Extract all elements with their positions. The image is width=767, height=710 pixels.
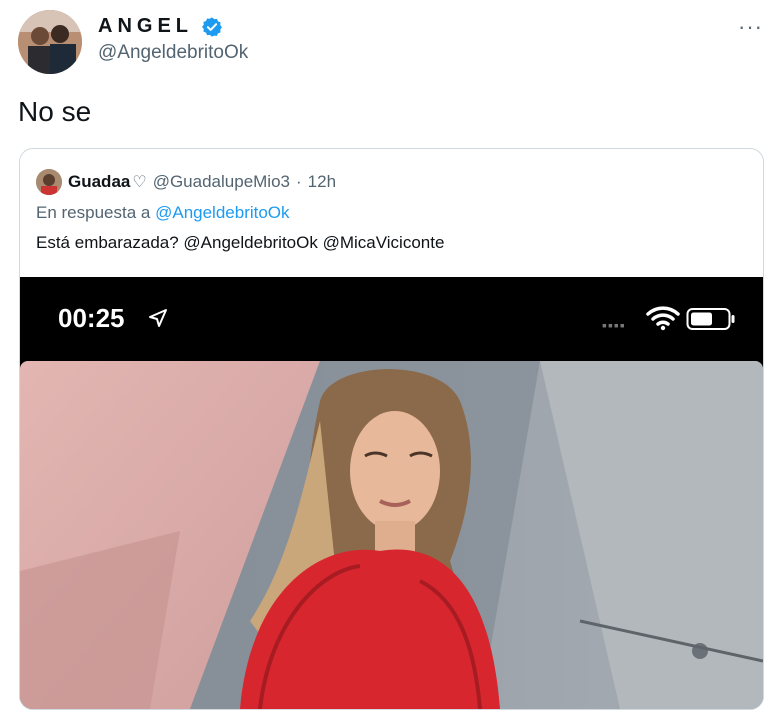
verified-badge-icon — [202, 16, 222, 37]
reply-context: En respuesta a @AngeldebritoOk — [36, 203, 290, 223]
more-options-button[interactable]: ··· — [738, 14, 763, 40]
signal-dots: ▪▪▪▪ — [602, 317, 626, 333]
quoted-author-name[interactable]: Guadaa — [68, 172, 130, 192]
quoted-separator: · — [296, 172, 302, 191]
reply-mention-link[interactable]: @AngeldebritoOk — [155, 203, 289, 222]
wifi-icon — [646, 306, 680, 331]
quoted-tweet-header: Guadaa ♡ @GuadalupeMio3 · 12h — [36, 169, 336, 195]
reply-prefix: En respuesta a — [36, 203, 151, 222]
author-handle[interactable]: @AngeldebritoOk — [98, 42, 248, 64]
location-arrow-icon — [149, 309, 167, 327]
author-display-name[interactable]: ANGEL — [98, 15, 193, 38]
photo-woman-red-sweater[interactable] — [20, 361, 763, 709]
attached-screenshot[interactable]: 00:25 ▪▪▪▪ — [20, 277, 763, 709]
quoted-author-handle[interactable]: @GuadalupeMio3 — [153, 172, 290, 192]
author-avatar[interactable] — [18, 10, 82, 74]
quoted-author-avatar[interactable] — [36, 169, 62, 195]
battery-icon — [686, 308, 735, 330]
phone-status-bar: 00:25 ▪▪▪▪ — [20, 277, 763, 361]
tweet-text: No se — [18, 96, 92, 127]
heart-symbol: ♡ — [132, 174, 147, 191]
quoted-tweet-card[interactable]: Guadaa ♡ @GuadalupeMio3 · 12h En respues… — [19, 148, 764, 710]
quoted-tweet-text: Está embarazada? @AngeldebritoOk @MicaVi… — [36, 233, 445, 252]
author-name-row: ANGEL — [98, 15, 223, 38]
phone-clock: 00:25 — [58, 303, 125, 333]
quoted-timestamp[interactable]: 12h — [308, 172, 336, 192]
